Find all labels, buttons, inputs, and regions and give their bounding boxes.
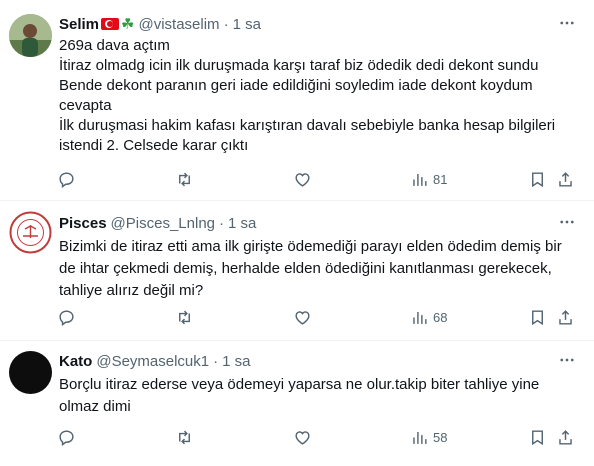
user-handle[interactable]: @Pisces_Lnlng (111, 215, 215, 232)
tweet-text-line: tahliye alırız değil mi? (59, 282, 204, 299)
tweet-text: Bizimki de itiraz etti ama ilk girişte ö… (59, 236, 576, 302)
views-count: 58 (433, 429, 448, 445)
tweet-text-line: 269a dava açtım (59, 37, 170, 54)
display-name[interactable]: Kato (59, 353, 92, 370)
avatar[interactable] (9, 211, 52, 254)
share-icon (559, 429, 572, 445)
like-button[interactable] (293, 169, 312, 189)
tweet-text-line: İtiraz olmadg icin ilk duruşmada karşı t… (59, 57, 539, 74)
like-icon (295, 172, 310, 187)
user-handle[interactable]: @vistaselim (138, 16, 219, 33)
like-button[interactable] (293, 307, 312, 327)
bookmark-button[interactable] (528, 169, 547, 189)
more-icon[interactable] (558, 213, 576, 235)
more-icon[interactable] (558, 351, 576, 373)
reply-button[interactable] (57, 169, 76, 189)
tweet-text-line: İlk duruşmasi hakim kafası karıştıran da… (59, 117, 556, 134)
reply-icon (59, 171, 74, 188)
tweet-actions: 68 (57, 307, 580, 327)
tweet-actions: 81 (57, 169, 580, 189)
tweet-text-line: Bizimki de itiraz etti ama ilk girişte ö… (59, 238, 562, 255)
views-count: 68 (433, 309, 448, 325)
share-icon (559, 309, 572, 325)
share-button[interactable] (556, 427, 575, 447)
reply-icon (59, 309, 74, 326)
share-icon (559, 171, 572, 187)
display-name[interactable]: Selim (59, 16, 99, 33)
tweet-text: Borçlu itiraz ederse veya ödemeyi yapars… (59, 374, 576, 418)
share-button[interactable] (556, 307, 575, 327)
bookmark-button[interactable] (528, 427, 547, 447)
timestamp[interactable]: 1 sa (222, 353, 250, 370)
retweet-icon (179, 310, 190, 324)
views-icon (413, 311, 427, 324)
turkey-flag-icon (101, 18, 120, 30)
bookmark-icon (532, 309, 543, 325)
tweet-text-line: Borçlu itiraz ederse veya ödemeyi yapars… (59, 376, 540, 393)
views-button[interactable]: 68 (410, 307, 447, 327)
avatar[interactable] (9, 351, 52, 394)
bookmark-button[interactable] (528, 307, 547, 327)
retweet-button[interactable] (175, 307, 194, 327)
tweet-pisces[interactable]: Pisces @Pisces_Lnlng · 1 sa Bizimki de i… (0, 201, 594, 341)
avatar[interactable] (9, 14, 52, 57)
retweet-icon (179, 172, 190, 186)
tweet-text-line: Bende dekont paranın geri iade edildiğin… (59, 77, 533, 94)
views-count: 81 (433, 171, 448, 187)
views-button[interactable]: 81 (410, 169, 447, 189)
clover-icon: ☘ (121, 16, 135, 33)
reply-button[interactable] (57, 427, 76, 447)
separator-dot: · (213, 352, 219, 370)
tweet-header: Pisces @Pisces_Lnlng · 1 sa (59, 213, 574, 233)
separator-dot: · (223, 15, 229, 33)
tweet-text-line: olmaz dimi (59, 398, 131, 415)
retweet-icon (179, 430, 190, 444)
views-icon (413, 173, 427, 186)
reply-feed: Selim ☘ @vistaselim · 1 sa 269a dava açt… (0, 0, 594, 466)
tweet-text-line: de ihtar çekmedi demiş, herhalde elden ö… (59, 260, 552, 277)
like-icon (295, 310, 310, 325)
retweet-button[interactable] (175, 427, 194, 447)
views-button[interactable]: 58 (410, 427, 447, 447)
bookmark-icon (532, 171, 543, 187)
bookmark-icon (532, 429, 543, 445)
tweet-actions: 58 (57, 427, 580, 447)
reply-icon (59, 429, 74, 446)
tweet-header: Selim ☘ @vistaselim · 1 sa (59, 14, 574, 34)
tweet-selim[interactable]: Selim ☘ @vistaselim · 1 sa 269a dava açt… (0, 0, 594, 201)
user-handle[interactable]: @Seymaselcuk1 (96, 353, 209, 370)
retweet-button[interactable] (175, 169, 194, 189)
reply-button[interactable] (57, 307, 76, 327)
like-icon (295, 430, 310, 445)
display-name[interactable]: Pisces (59, 215, 107, 232)
timestamp[interactable]: 1 sa (228, 215, 256, 232)
share-button[interactable] (556, 169, 575, 189)
tweet-text: 269a dava açtım İtiraz olmadg icin ilk d… (59, 36, 576, 156)
tweet-header: Kato @Seymaselcuk1 · 1 sa (59, 351, 574, 371)
timestamp[interactable]: 1 sa (233, 16, 261, 33)
tweet-text-line: istendi 2. Celsede karar çıktı (59, 137, 249, 154)
like-button[interactable] (293, 427, 312, 447)
tweet-text-line: cevapta (59, 97, 112, 114)
separator-dot: · (219, 214, 224, 232)
views-icon (413, 431, 427, 444)
tweet-kato[interactable]: Kato @Seymaselcuk1 · 1 sa Borçlu itiraz … (0, 341, 594, 466)
more-icon[interactable] (558, 14, 576, 36)
